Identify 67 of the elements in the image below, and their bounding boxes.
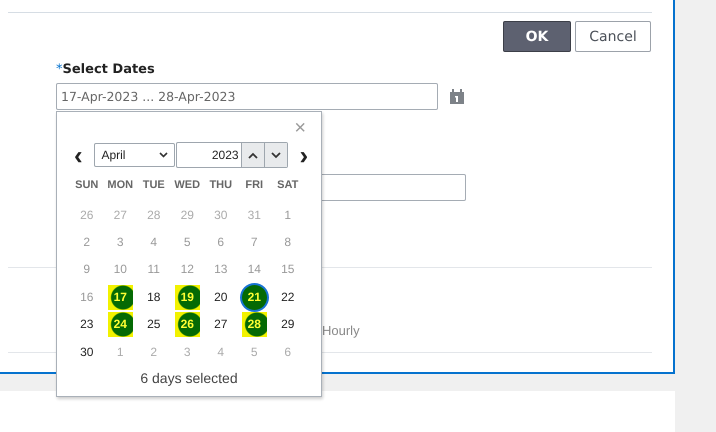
calendar-day[interactable]: 14 [242, 257, 267, 282]
chevron-down-icon [158, 152, 168, 158]
weekday-label: THU [208, 178, 234, 193]
calendar-day[interactable]: 4 [141, 230, 166, 255]
calendar-day[interactable]: 8 [275, 230, 300, 255]
calendar-day[interactable]: 10 [108, 257, 133, 282]
weekday-label: SAT [276, 178, 300, 193]
calendar-day[interactable]: 17 [108, 284, 133, 310]
calendar-day[interactable]: 29 [275, 312, 300, 338]
calendar-day[interactable]: 30 [74, 340, 100, 365]
calendar-day[interactable]: 30 [208, 202, 234, 228]
weekday-label: MON [106, 178, 134, 193]
calendar-day[interactable]: 4 [208, 340, 234, 365]
calendar-day[interactable]: 27 [208, 312, 234, 338]
calendar-day[interactable]: 22 [275, 284, 300, 310]
calendar-day[interactable]: 26 [74, 202, 100, 228]
calendar-day[interactable]: 29 [174, 202, 200, 228]
calendar-day[interactable]: 2 [141, 340, 166, 365]
calendar-day[interactable]: 24 [108, 312, 133, 338]
calendar-day[interactable]: 31 [242, 202, 267, 228]
calendar-day[interactable]: 5 [174, 230, 200, 255]
calendar-day[interactable]: 1 [275, 202, 300, 228]
calendar-day[interactable]: 25 [141, 312, 166, 338]
calendar-day[interactable]: 12 [174, 257, 200, 282]
calendar-day[interactable]: 2 [74, 230, 100, 255]
month-select[interactable]: April [94, 143, 175, 167]
calendar-day[interactable]: 23 [74, 312, 100, 338]
dialog-button[interactable]: OK [503, 21, 571, 52]
chevron-down-icon [270, 152, 281, 158]
next-month-button[interactable]: › [300, 143, 321, 167]
increment-button[interactable] [240, 143, 264, 167]
calendar-day[interactable]: 21 [242, 284, 267, 310]
field-label: Select Dates [62, 62, 155, 77]
calendar-day[interactable]: 16 [74, 284, 100, 310]
year-spinner[interactable]: 2023 [176, 142, 288, 168]
calendar-icon[interactable] [449, 89, 465, 104]
calendar-day[interactable]: 18 [141, 284, 166, 310]
calendar-day[interactable]: 13 [208, 257, 234, 282]
calendar-day[interactable]: 28 [242, 312, 267, 338]
calendar-day[interactable]: 15 [275, 257, 300, 282]
required-mark: * [56, 62, 62, 77]
calendar-day[interactable]: 6 [208, 230, 234, 255]
calendar-day[interactable]: 5 [242, 340, 267, 365]
calendar-day[interactable]: 28 [141, 202, 166, 228]
weekday-label: TUE [142, 178, 166, 193]
close-icon[interactable]: × [294, 118, 306, 140]
calendar-day[interactable]: 3 [108, 230, 133, 255]
date-range-field[interactable]: 17-Apr-2023 ... 28-Apr-2023 [56, 83, 438, 110]
calendar-day[interactable]: 9 [74, 257, 100, 282]
option-label: Hourly [322, 323, 361, 338]
decrement-button[interactable] [264, 143, 287, 167]
calendar-day[interactable]: 6 [275, 340, 300, 365]
weekday-label: FRI [244, 178, 264, 193]
calendar-day[interactable]: 3 [174, 340, 200, 365]
calendar-day[interactable]: 1 [108, 340, 133, 365]
previous-month-button[interactable]: ‹ [74, 143, 96, 167]
dialog-button[interactable]: Cancel [575, 21, 651, 52]
weekday-label: SUN [74, 178, 100, 193]
calendar-day[interactable]: 7 [242, 230, 267, 255]
calendar-day[interactable]: 27 [108, 202, 133, 228]
calendar-day[interactable]: 26 [174, 312, 200, 338]
calendar-day[interactable]: 19 [174, 284, 200, 310]
chevron-up-icon [248, 152, 258, 158]
weekday-label: WED [173, 178, 202, 193]
selection-summary: 6 days selected [139, 370, 239, 386]
calendar-day[interactable]: 20 [208, 284, 234, 310]
calendar-day[interactable]: 11 [141, 257, 166, 282]
